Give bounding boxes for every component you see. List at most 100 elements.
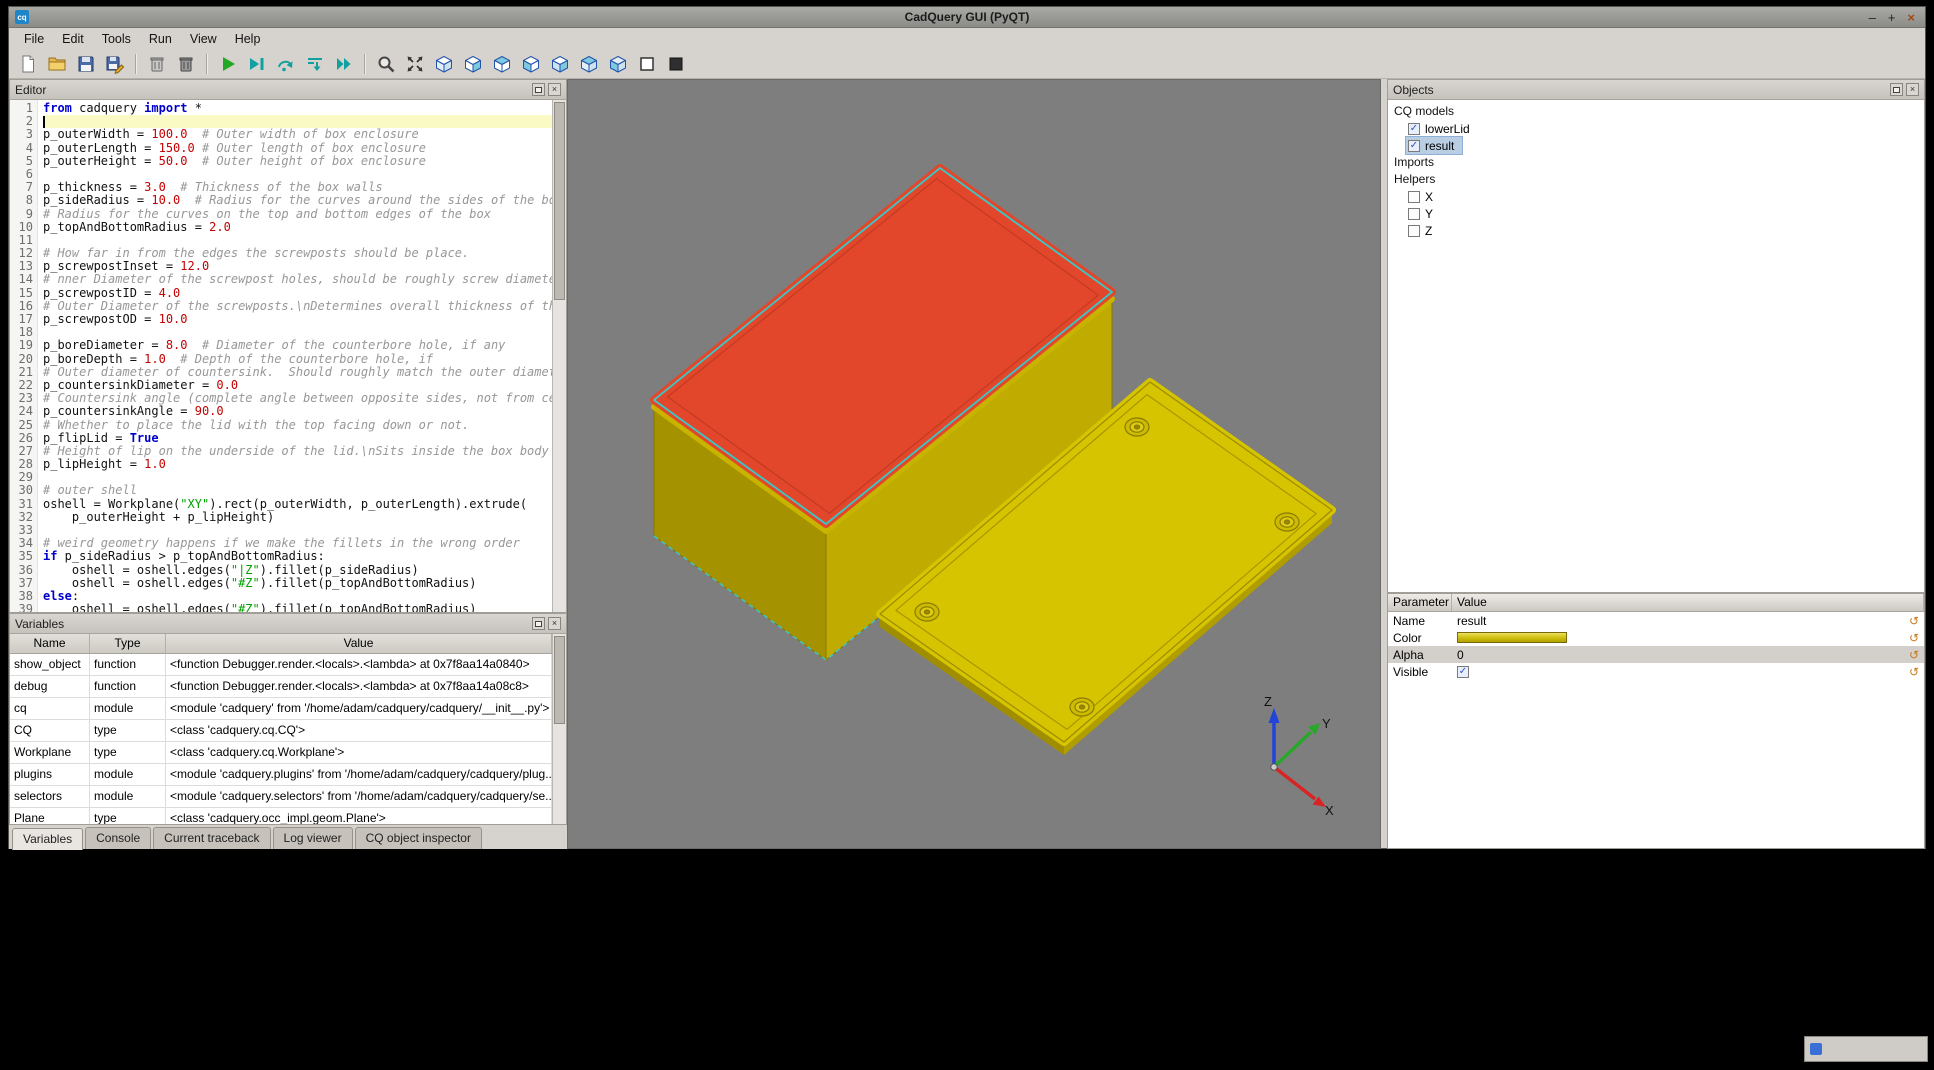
menu-help[interactable]: Help [226,29,270,49]
view-top-button[interactable] [575,52,602,77]
variable-row[interactable]: Workplanetype<class 'cadquery.cq.Workpla… [10,742,552,764]
tab-cq-object-inspector[interactable]: CQ object inspector [355,827,482,849]
variable-name: selectors [10,786,90,808]
code-line-1: from cadquery import * [43,102,552,115]
color-swatch[interactable] [1457,632,1567,643]
variable-row[interactable]: Planetype<class 'cadquery.occ_impl.geom.… [10,808,552,824]
line-number: 31 [10,498,33,511]
tree-item-x[interactable]: X [1406,188,1441,205]
line-number: 10 [10,221,33,234]
editor-scrollbar[interactable] [552,100,566,612]
view-right-button[interactable] [546,52,573,77]
float-panel-button[interactable] [532,617,545,630]
tab-variables[interactable]: Variables [12,828,83,850]
float-panel-button[interactable] [532,83,545,96]
tab-current-traceback[interactable]: Current traceback [153,827,270,849]
fit-view-button[interactable] [401,52,428,77]
titlebar[interactable]: cq CadQuery GUI (PyQT) – + × [9,7,1925,28]
param-column-value[interactable]: Value [1452,594,1924,611]
minimize-icon[interactable]: – [1869,7,1876,28]
menu-file[interactable]: File [15,29,53,49]
visibility-checkbox[interactable] [1408,225,1420,237]
revert-icon[interactable]: ↺ [1904,649,1924,661]
visibility-checkbox[interactable] [1408,191,1420,203]
editor-body[interactable]: 1234567891011121314151617181920212223242… [10,100,566,612]
view-iso-button[interactable] [430,52,457,77]
variable-row[interactable]: selectorsmodule<module 'cadquery.selecto… [10,786,552,808]
menu-view[interactable]: View [181,29,226,49]
close-panel-button[interactable]: × [548,83,561,96]
tree-group-helpers[interactable]: Helpers [1388,171,1924,188]
step-over-button[interactable] [272,52,299,77]
param-row-visible[interactable]: Visible✓↺ [1388,663,1924,680]
tree-item-z[interactable]: Z [1406,222,1440,239]
wireframe-mode-button[interactable] [633,52,660,77]
param-row-color[interactable]: Color↺ [1388,629,1924,646]
clear-button[interactable] [143,52,170,77]
variable-row[interactable]: cqmodule<module 'cadquery' from '/home/a… [10,698,552,720]
step-return-button[interactable] [330,52,357,77]
editor-code[interactable]: from cadquery import *p_outerWidth = 100… [38,100,552,612]
step-into-button[interactable] [301,52,328,77]
variables-scrollbar[interactable] [552,634,566,824]
param-row-alpha[interactable]: Alpha0↺ [1388,646,1924,663]
param-column-parameter[interactable]: Parameter [1388,594,1452,611]
view-back-button[interactable] [488,52,515,77]
tree-item-y[interactable]: Y [1406,205,1441,222]
revert-icon[interactable]: ↺ [1904,632,1924,644]
variable-row[interactable]: CQtype<class 'cadquery.cq.CQ'> [10,720,552,742]
open-file-button[interactable] [43,52,70,77]
close-panel-button[interactable]: × [1906,83,1919,96]
variable-row[interactable]: show_objectfunction<function Debugger.re… [10,654,552,676]
column-header-name[interactable]: Name [10,634,90,653]
editor-gutter: 1234567891011121314151617181920212223242… [10,100,38,612]
run-script-button[interactable] [214,52,241,77]
visibility-checkbox[interactable] [1408,208,1420,220]
column-header-value[interactable]: Value [166,634,552,653]
debug-script-button[interactable] [243,52,270,77]
delete-button[interactable] [172,52,199,77]
visibility-checkbox[interactable]: ✓ [1408,140,1420,152]
new-file-button[interactable] [14,52,41,77]
visible-checkbox[interactable]: ✓ [1457,666,1469,678]
zoom-button[interactable] [372,52,399,77]
3d-scene[interactable]: Z Y X [568,80,1381,849]
param-value: 0 [1452,648,1904,662]
shaded-mode-button[interactable] [662,52,689,77]
editor-scrollbar-thumb[interactable] [554,102,565,300]
menu-tools[interactable]: Tools [93,29,140,49]
variables-scrollbar-thumb[interactable] [554,636,565,724]
revert-icon[interactable]: ↺ [1904,615,1924,627]
visibility-checkbox[interactable]: ✓ [1408,123,1420,135]
view-front-button[interactable] [459,52,486,77]
tree-group-imports[interactable]: Imports [1388,154,1924,171]
shaded-icon [666,54,686,74]
maximize-icon[interactable]: + [1888,7,1896,28]
variable-row[interactable]: debugfunction<function Debugger.render.<… [10,676,552,698]
viewport-3d[interactable]: Z Y X [567,79,1381,849]
variable-name: debug [10,676,90,698]
view-left-button[interactable] [517,52,544,77]
line-number: 14 [10,273,33,286]
tab-console[interactable]: Console [85,827,151,849]
tree-group-cq-models[interactable]: CQ models [1388,103,1924,120]
view-bottom-button[interactable] [604,52,631,77]
close-icon[interactable]: × [1907,7,1915,28]
save-button[interactable] [72,52,99,77]
tab-log-viewer[interactable]: Log viewer [273,827,353,849]
save-as-button[interactable] [101,52,128,77]
menu-run[interactable]: Run [140,29,181,49]
line-number: 39 [10,603,33,612]
editor-panel-header: Editor × [10,80,566,100]
column-header-type[interactable]: Type [90,634,166,653]
variable-row[interactable]: pluginsmodule<module 'cadquery.plugins' … [10,764,552,786]
float-panel-button[interactable] [1890,83,1903,96]
tree-item-result[interactable]: ✓ result [1406,137,1462,154]
view-bottom-icon [608,54,628,74]
close-panel-button[interactable]: × [548,617,561,630]
tree-item-lowerlid[interactable]: ✓lowerLid [1406,120,1478,137]
param-row-name[interactable]: Nameresult↺ [1388,612,1924,629]
revert-icon[interactable]: ↺ [1904,666,1924,678]
menu-edit[interactable]: Edit [53,29,93,49]
tree-item-label: result [1425,139,1454,153]
